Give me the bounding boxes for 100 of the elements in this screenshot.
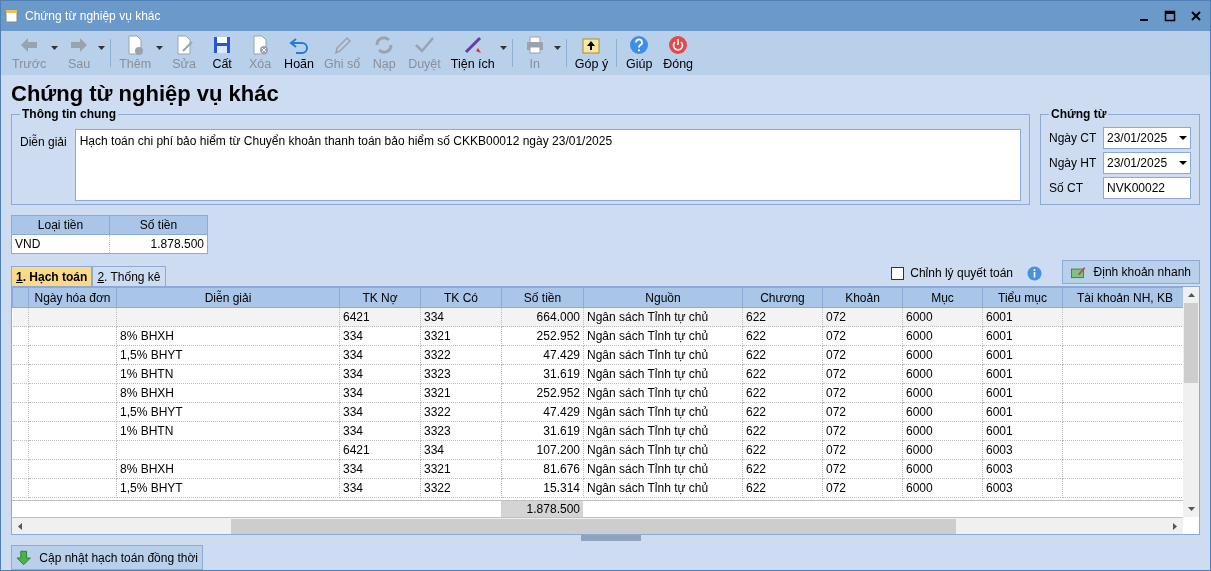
column-header: Tiểu mục	[982, 287, 1063, 308]
power-icon	[667, 34, 690, 56]
table-cell: 334	[339, 364, 421, 384]
column-header: TK Nợ	[339, 287, 421, 308]
table-cell: 6001	[982, 345, 1063, 365]
table-cell: 8% BHXH	[116, 383, 340, 403]
notepad-icon	[5, 9, 19, 23]
column-header: Loại tiền	[11, 215, 110, 235]
date-picker[interactable]: 23/01/2025	[1103, 127, 1191, 149]
table-cell: Ngân sách Tỉnh tự chủ	[583, 364, 743, 384]
dropdown-caret-icon[interactable]	[1179, 161, 1187, 165]
table-cell: 6001	[982, 421, 1063, 441]
table-cell: 47.429	[501, 345, 584, 365]
table-cell: 1,5% BHYT	[116, 478, 340, 498]
table-cell: 6000	[902, 364, 983, 384]
table-cell: 334	[420, 307, 502, 327]
table-cell: Ngân sách Tỉnh tự chủ	[583, 421, 743, 441]
table-cell: Ngân sách Tỉnh tự chủ	[583, 459, 743, 479]
update-entries-button[interactable]: Cập nhật hạch toán đồng thời	[11, 545, 203, 570]
dropdown-caret-icon[interactable]	[1179, 136, 1187, 140]
table-cell: 3323	[420, 421, 502, 441]
toolbar-button[interactable]: Tiện ích	[445, 31, 500, 75]
table-cell: Ngân sách Tỉnh tự chủ	[583, 307, 743, 327]
table-cell: 107.200	[501, 440, 584, 460]
close-icon[interactable]	[1190, 10, 1202, 22]
column-header: Mục	[902, 287, 983, 308]
table-cell: 622	[742, 326, 823, 346]
column-header: Diễn giải	[116, 287, 340, 308]
column-header: Ngày hóa đơn	[28, 287, 117, 308]
scroll-thumb[interactable]	[1184, 303, 1198, 384]
table-cell: 31.619	[501, 421, 584, 441]
table-cell: Ngân sách Tỉnh tự chủ	[583, 326, 743, 346]
table-cell: VND	[11, 234, 110, 254]
table-cell: 6000	[902, 421, 983, 441]
table-cell: 072	[822, 383, 903, 403]
table-cell: 664.000	[501, 307, 584, 327]
pen-card-icon	[1071, 265, 1086, 279]
table-cell: 072	[822, 307, 903, 327]
splitter-handle[interactable]	[580, 535, 641, 542]
table-cell: 6001	[982, 364, 1063, 384]
vertical-scrollbar[interactable]	[1183, 287, 1199, 518]
description-field[interactable]: Hạch toán chi phí bảo hiểm từ Chuyển khoản thanh toán bảo hiểm số CKKB00012 ngày 23/01/2025	[74, 129, 1021, 201]
table-cell: 6000	[902, 478, 983, 498]
quick-entry-button[interactable]: Định khoản nhanh	[1062, 260, 1200, 285]
field-label: Ngày CT	[1049, 130, 1097, 147]
table-cell: 3323	[420, 364, 502, 384]
table-cell: 3321	[420, 383, 502, 403]
field-label: Số CT	[1049, 180, 1083, 197]
table-cell: 6000	[902, 440, 983, 460]
page-heading: Chứng từ nghiệp vụ khác	[10, 80, 280, 105]
table-cell: 6421	[339, 440, 421, 460]
table-cell: 6001	[982, 383, 1063, 403]
table-cell: 622	[742, 383, 823, 403]
panel-legend: Chứng từ	[1049, 105, 1109, 123]
table-cell: 6421	[339, 307, 421, 327]
table-cell: Ngân sách Tỉnh tự chủ	[583, 402, 743, 422]
table-cell: 334	[339, 402, 421, 422]
table-cell: 1% BHTN	[116, 421, 340, 441]
table-cell: 252.952	[501, 326, 584, 346]
table-cell: 6000	[902, 383, 983, 403]
table-cell: 6000	[902, 459, 983, 479]
table-cell: 622	[742, 459, 823, 479]
table-cell: 81.676	[501, 459, 584, 479]
table-cell: 6001	[982, 326, 1063, 346]
table-cell: 6003	[982, 459, 1063, 479]
table-cell: Ngân sách Tỉnh tự chủ	[583, 345, 743, 365]
table-cell: 6001	[982, 307, 1063, 327]
table-cell: 622	[742, 478, 823, 498]
toolbar-button[interactable]: Góp ý	[569, 31, 614, 75]
table-cell: 6003	[982, 440, 1063, 460]
toolbar-button[interactable]: Hoãn	[279, 31, 319, 75]
table-cell: 6001	[982, 402, 1063, 422]
column-header: Chương	[742, 287, 823, 308]
table-cell: 8% BHXH	[116, 326, 340, 346]
table-cell: 334	[339, 345, 421, 365]
column-header: TK Có	[420, 287, 502, 308]
table-cell: 072	[822, 402, 903, 422]
scroll-thumb[interactable]	[231, 518, 956, 534]
table-cell: 3322	[420, 345, 502, 365]
date-picker[interactable]: 23/01/2025	[1103, 152, 1191, 174]
info-icon[interactable]	[1027, 265, 1042, 281]
dropdown-caret-icon[interactable]	[499, 46, 507, 50]
help-icon	[628, 34, 651, 56]
table-cell: 334	[420, 440, 502, 460]
table-cell: 072	[822, 459, 903, 479]
table-cell: 072	[822, 326, 903, 346]
toolbar-button[interactable]: Cất	[203, 31, 242, 75]
tab[interactable]: 1. Hạch toán	[11, 266, 93, 287]
table-cell: 6000	[902, 326, 983, 346]
input-field[interactable]: NVK00022	[1103, 177, 1191, 199]
tab[interactable]: 2. Thống kê	[92, 266, 166, 287]
toolbar-button[interactable]: Giúp	[620, 31, 659, 75]
horizontal-scrollbar[interactable]	[12, 517, 1183, 535]
table-cell: 1,5% BHYT	[116, 345, 340, 365]
toolbar-button[interactable]: Đóng	[658, 31, 699, 75]
window-title: Chứng từ nghiệp vụ khác	[25, 8, 161, 25]
field-label: Ngày HT	[1049, 155, 1097, 172]
checkbox[interactable]	[891, 266, 905, 280]
total-cell: 1.878.500	[501, 501, 583, 518]
maximize-icon[interactable]	[1164, 10, 1176, 22]
